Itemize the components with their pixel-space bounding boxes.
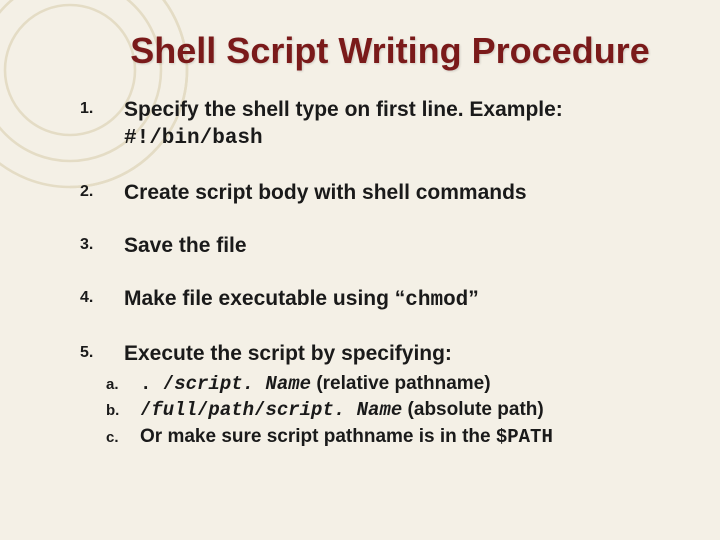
sub-c-text: Or make sure script pathname is in the [140, 426, 496, 447]
step-1-code: #!/bin/bash [124, 127, 263, 150]
sub-b: /full/path/script. Name (absolute path) [106, 398, 680, 423]
step-5-text: Execute the script by specifying: [124, 342, 452, 365]
step-5: Execute the script by specifying: . /scr… [80, 340, 680, 449]
step-2-text: Create script body with shell commands [124, 181, 527, 204]
step-4-code: chmod [405, 289, 468, 312]
sub-b-mid2: / [254, 399, 265, 421]
step-4-post: ” [468, 287, 479, 310]
slide-title: Shell Script Writing Procedure [100, 30, 680, 72]
sub-a-code: script. Name [174, 373, 311, 395]
sub-a: . /script. Name (relative pathname) [106, 372, 680, 397]
sub-b-suffix: (absolute path) [402, 399, 543, 420]
step-1-text: Specify the shell type on first line. Ex… [124, 98, 563, 121]
step-3-text: Save the file [124, 234, 247, 257]
sub-a-suffix: (relative pathname) [311, 373, 491, 394]
sub-b-mid1: / [197, 399, 208, 421]
step-4-pre: Make file executable using “ [124, 287, 405, 310]
sub-b-code2: path [208, 399, 254, 421]
sub-c-code: $PATH [496, 426, 553, 448]
sub-b-prefix: / [140, 399, 151, 421]
procedure-list: Specify the shell type on first line. Ex… [80, 96, 680, 450]
sub-b-code3: script. Name [265, 399, 402, 421]
step-4: Make file executable using “chmod” [80, 285, 680, 314]
slide-content: Shell Script Writing Procedure Specify t… [0, 0, 720, 496]
step-3: Save the file [80, 232, 680, 259]
step-2: Create script body with shell commands [80, 179, 680, 206]
step-1: Specify the shell type on first line. Ex… [80, 96, 680, 153]
step-5-sublist: . /script. Name (relative pathname) /ful… [106, 372, 680, 450]
sub-c: Or make sure script pathname is in the $… [106, 425, 680, 450]
sub-a-prefix: . / [140, 373, 174, 395]
sub-b-code1: full [151, 399, 197, 421]
